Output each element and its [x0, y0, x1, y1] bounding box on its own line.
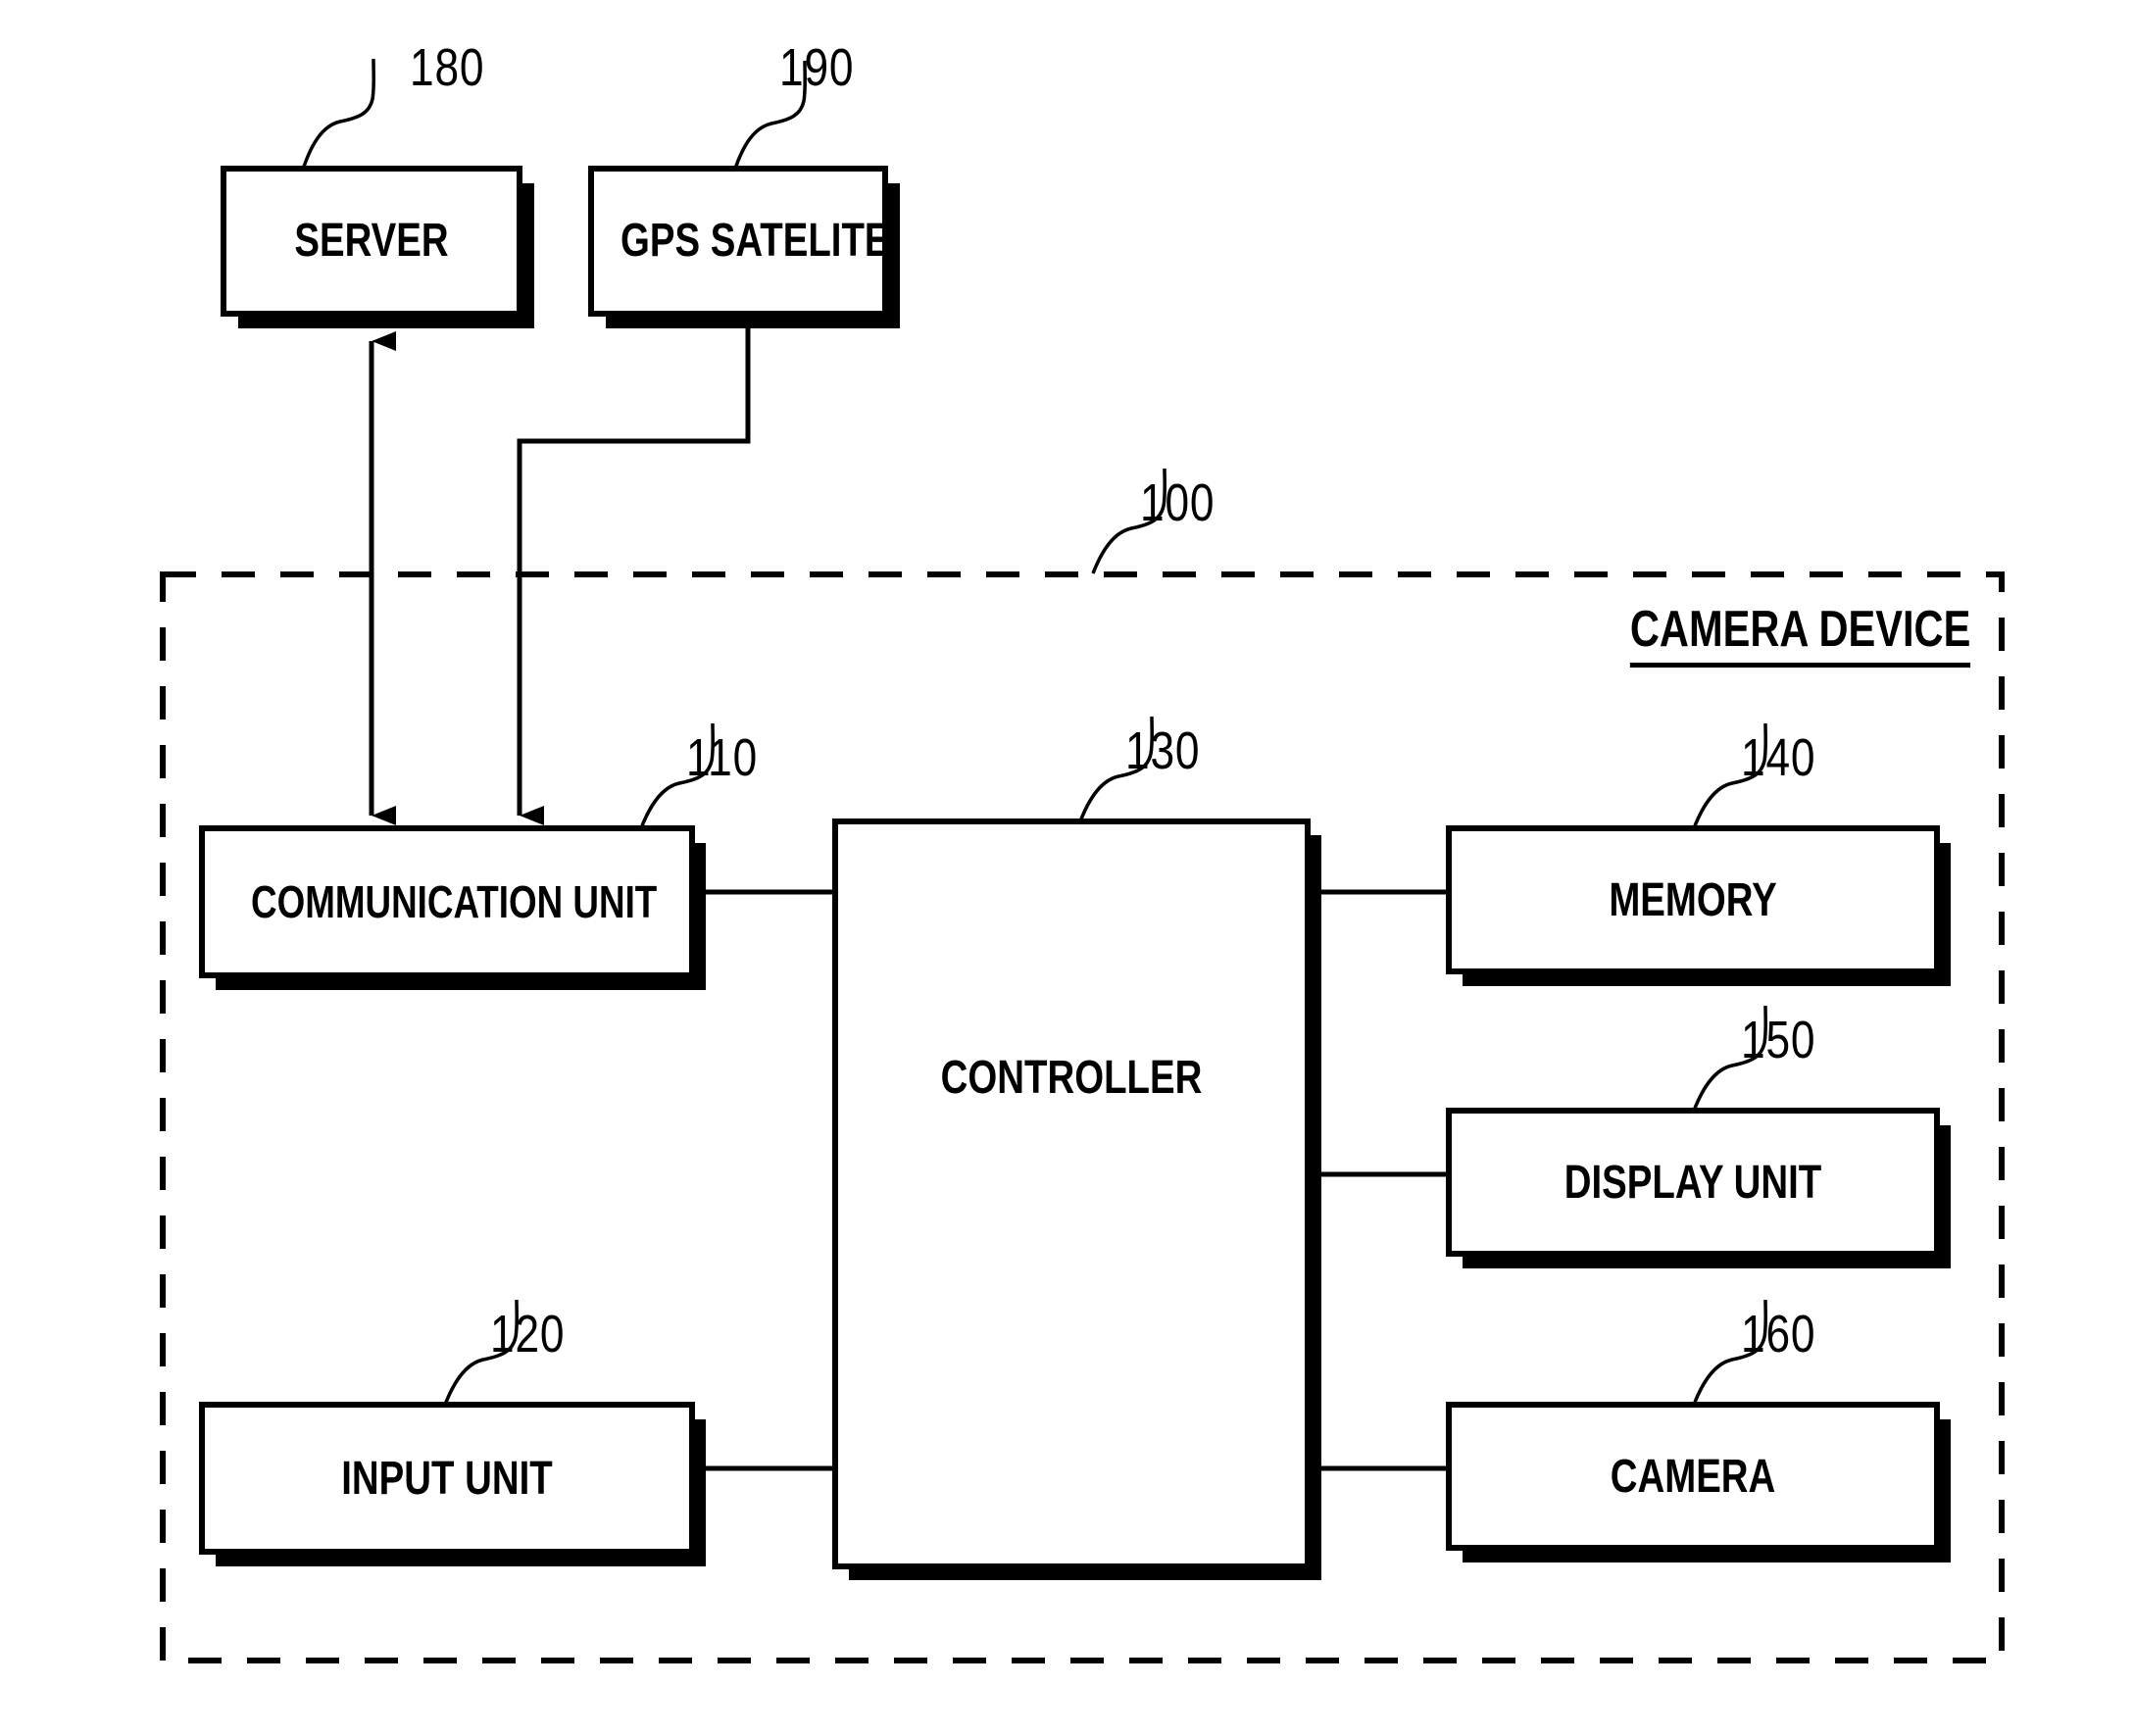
controller-label: CONTROLLER	[940, 1052, 1203, 1104]
communication-unit-label: COMMUNICATION UNIT	[251, 876, 658, 927]
ref-number-160: 160	[1741, 1305, 1816, 1364]
gps-satelite-label: GPS SATELITE	[620, 215, 890, 267]
input-unit-label: INPUT UNIT	[341, 1453, 553, 1505]
ref-number-140: 140	[1741, 728, 1816, 787]
leader-180	[302, 58, 375, 168]
controller-box	[832, 818, 1311, 1569]
camera-device-title: CAMERA DEVICE	[1629, 600, 1970, 668]
memory-label: MEMORY	[1609, 874, 1777, 926]
ref-number-180: 180	[410, 38, 485, 97]
ref-number-150: 150	[1741, 1011, 1816, 1069]
block-outlines	[199, 166, 1940, 1569]
server-label: SERVER	[294, 215, 449, 267]
camera-label: CAMERA	[1610, 1451, 1776, 1503]
ref-number-120: 120	[490, 1305, 566, 1364]
ref-number-130: 130	[1125, 721, 1201, 780]
ref-number-110: 110	[686, 728, 759, 787]
ref-number-190: 190	[779, 38, 855, 97]
display-unit-label: DISPLAY UNIT	[1563, 1157, 1822, 1209]
ref-number-100: 100	[1140, 473, 1216, 532]
patent-figure-canvas: 180 190 100 110 120 130 140 150 160 SERV…	[0, 0, 2134, 1736]
